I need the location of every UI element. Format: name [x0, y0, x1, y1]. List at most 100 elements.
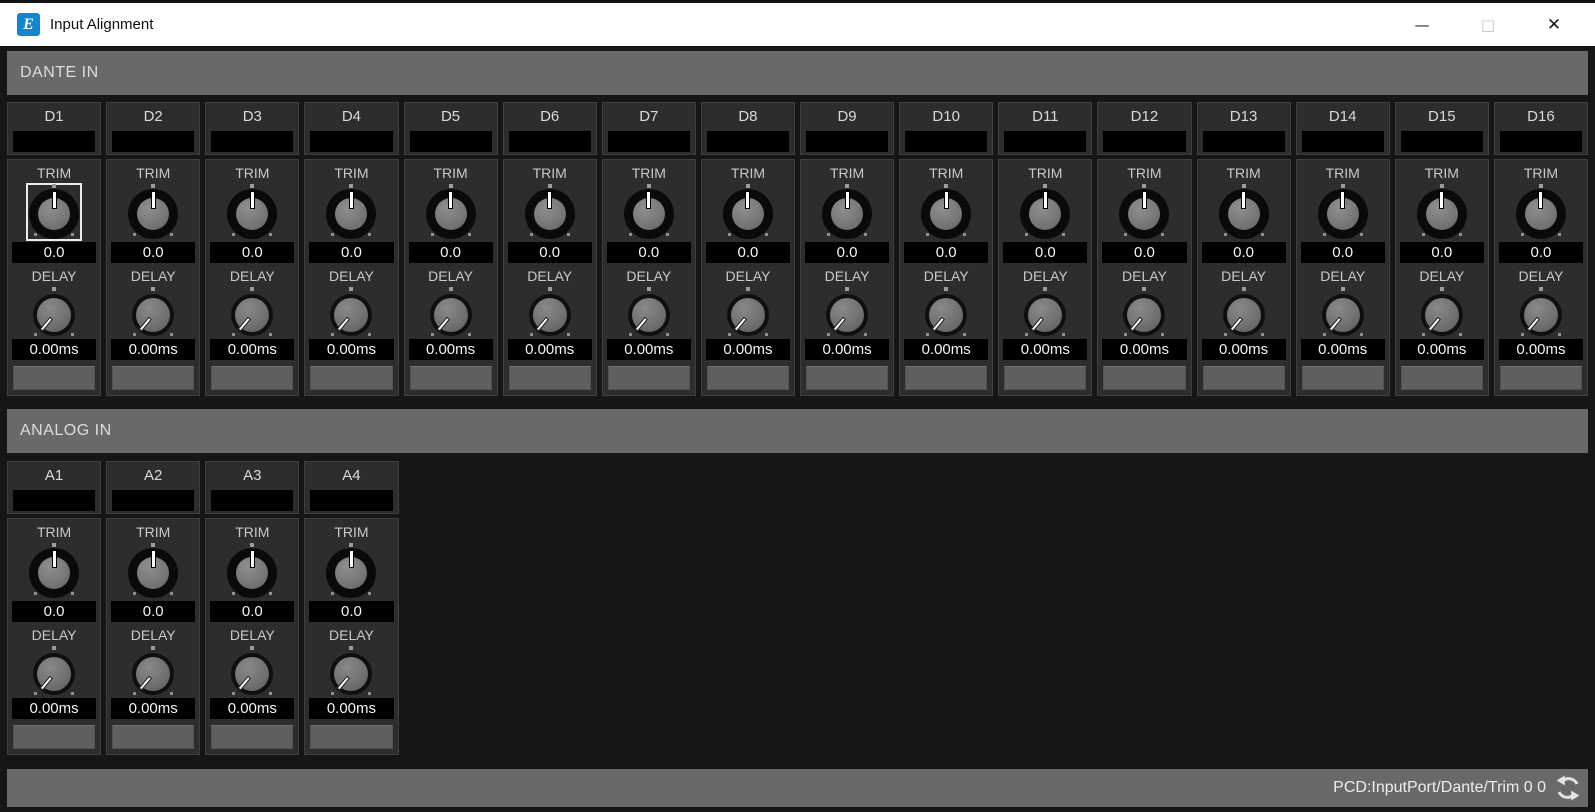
delay-knob[interactable]: [1316, 287, 1370, 337]
trim-knob[interactable]: [1415, 184, 1469, 240]
channel-extra-button[interactable]: [211, 366, 294, 390]
channel-extra-button[interactable]: [310, 366, 393, 390]
channel-port-label-display[interactable]: [13, 490, 96, 511]
channel-extra-button[interactable]: [1301, 366, 1384, 390]
channel-extra-button[interactable]: [13, 366, 96, 390]
delay-knob[interactable]: [126, 287, 180, 337]
trim-value-display[interactable]: 0.0: [1399, 242, 1484, 263]
close-button[interactable]: ✕: [1521, 3, 1587, 46]
channel-extra-button[interactable]: [706, 366, 789, 390]
trim-value-display[interactable]: 0.0: [606, 242, 691, 263]
channel-extra-button[interactable]: [508, 366, 591, 390]
trim-knob[interactable]: [1018, 184, 1072, 240]
maximize-button[interactable]: □: [1455, 3, 1521, 46]
delay-knob[interactable]: [721, 287, 775, 337]
delay-knob[interactable]: [523, 287, 577, 337]
delay-knob[interactable]: [1514, 287, 1568, 337]
channel-extra-button[interactable]: [607, 366, 690, 390]
channel-port-label-display[interactable]: [905, 131, 988, 152]
channel-port-label-display[interactable]: [806, 131, 889, 152]
channel-port-label-display[interactable]: [706, 131, 789, 152]
delay-knob[interactable]: [1018, 287, 1072, 337]
trim-value-display[interactable]: 0.0: [1003, 242, 1088, 263]
delay-knob[interactable]: [1117, 287, 1171, 337]
trim-knob[interactable]: [721, 184, 775, 240]
trim-knob[interactable]: [424, 184, 478, 240]
trim-value-display[interactable]: 0.0: [408, 242, 493, 263]
channel-port-label-display[interactable]: [1301, 131, 1384, 152]
trim-value-display[interactable]: 0.0: [111, 601, 196, 622]
delay-knob[interactable]: [324, 287, 378, 337]
delay-knob[interactable]: [225, 287, 279, 337]
trim-knob[interactable]: [225, 543, 279, 599]
channel-extra-button[interactable]: [905, 366, 988, 390]
refresh-button[interactable]: [1555, 775, 1581, 801]
delay-knob[interactable]: [424, 287, 478, 337]
channel-port-label-display[interactable]: [211, 490, 294, 511]
channel-port-label-display[interactable]: [1499, 131, 1582, 152]
delay-knob[interactable]: [27, 646, 81, 696]
trim-knob[interactable]: [126, 184, 180, 240]
trim-knob[interactable]: [324, 543, 378, 599]
trim-value-display[interactable]: 0.0: [309, 601, 394, 622]
trim-value-display[interactable]: 0.0: [805, 242, 890, 263]
channel-port-label-display[interactable]: [508, 131, 591, 152]
titlebar[interactable]: E Input Alignment — □ ✕: [0, 0, 1595, 46]
trim-knob[interactable]: [126, 543, 180, 599]
trim-knob[interactable]: [1514, 184, 1568, 240]
trim-knob[interactable]: [1217, 184, 1271, 240]
trim-value-display[interactable]: 0.0: [12, 601, 97, 622]
trim-knob[interactable]: [27, 543, 81, 599]
trim-value-display[interactable]: 0.0: [705, 242, 790, 263]
channel-port-label-display[interactable]: [1004, 131, 1087, 152]
trim-knob[interactable]: [1117, 184, 1171, 240]
delay-knob[interactable]: [225, 646, 279, 696]
trim-value-display[interactable]: 0.0: [210, 601, 295, 622]
channel-port-label-display[interactable]: [1103, 131, 1186, 152]
trim-value-display[interactable]: 0.0: [904, 242, 989, 263]
channel-extra-button[interactable]: [1499, 366, 1582, 390]
trim-knob[interactable]: [324, 184, 378, 240]
trim-value-display[interactable]: 0.0: [210, 242, 295, 263]
channel-extra-button[interactable]: [806, 366, 889, 390]
trim-value-display[interactable]: 0.0: [1102, 242, 1187, 263]
channel-extra-button[interactable]: [1400, 366, 1483, 390]
channel-port-label-display[interactable]: [1202, 131, 1285, 152]
trim-knob[interactable]: [26, 183, 83, 241]
delay-knob[interactable]: [27, 287, 81, 337]
trim-knob[interactable]: [919, 184, 973, 240]
channel-extra-button[interactable]: [1004, 366, 1087, 390]
trim-value-display[interactable]: 0.0: [309, 242, 394, 263]
trim-knob[interactable]: [225, 184, 279, 240]
delay-knob[interactable]: [1415, 287, 1469, 337]
trim-value-display[interactable]: 0.0: [1201, 242, 1286, 263]
delay-knob[interactable]: [324, 646, 378, 696]
channel-port-label-display[interactable]: [310, 490, 393, 511]
channel-extra-button[interactable]: [112, 725, 195, 749]
channel-port-label-display[interactable]: [607, 131, 690, 152]
trim-knob[interactable]: [1316, 184, 1370, 240]
trim-value-display[interactable]: 0.0: [111, 242, 196, 263]
minimize-button[interactable]: —: [1389, 3, 1455, 46]
delay-knob[interactable]: [1217, 287, 1271, 337]
channel-extra-button[interactable]: [13, 725, 96, 749]
channel-port-label-display[interactable]: [112, 131, 195, 152]
channel-extra-button[interactable]: [112, 366, 195, 390]
trim-knob[interactable]: [622, 184, 676, 240]
channel-port-label-display[interactable]: [13, 131, 96, 152]
trim-value-display[interactable]: 0.0: [12, 242, 97, 263]
channel-port-label-display[interactable]: [310, 131, 393, 152]
trim-value-display[interactable]: 0.0: [507, 242, 592, 263]
trim-knob[interactable]: [523, 184, 577, 240]
channel-port-label-display[interactable]: [112, 490, 195, 511]
channel-extra-button[interactable]: [1103, 366, 1186, 390]
delay-knob[interactable]: [622, 287, 676, 337]
trim-value-display[interactable]: 0.0: [1300, 242, 1385, 263]
delay-knob[interactable]: [126, 646, 180, 696]
channel-port-label-display[interactable]: [211, 131, 294, 152]
channel-extra-button[interactable]: [310, 725, 393, 749]
delay-knob[interactable]: [820, 287, 874, 337]
channel-extra-button[interactable]: [211, 725, 294, 749]
delay-knob[interactable]: [919, 287, 973, 337]
channel-extra-button[interactable]: [409, 366, 492, 390]
